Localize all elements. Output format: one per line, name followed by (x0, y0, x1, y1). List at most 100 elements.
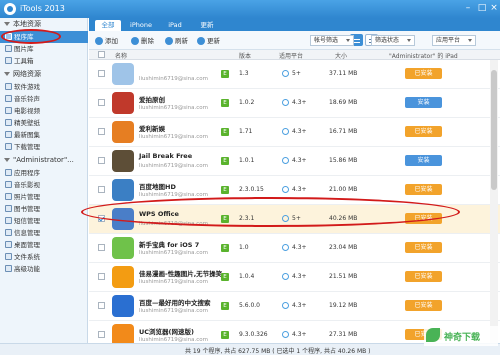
install-button[interactable]: 已安装 (405, 242, 442, 253)
row-checkbox[interactable] (98, 302, 105, 309)
add-button[interactable]: 添加 (95, 36, 118, 46)
scrollbar[interactable] (490, 60, 498, 343)
sidebar-item-icon (5, 95, 12, 102)
platform-icon (282, 273, 289, 280)
edit-icon[interactable]: E (221, 302, 229, 310)
sidebar-item-label: 高级功能 (14, 265, 40, 273)
column-size[interactable]: 大小 (335, 51, 347, 60)
edit-icon[interactable]: E (221, 70, 229, 78)
platform-filter-select[interactable]: 应用平台 (432, 35, 476, 46)
app-icon (112, 324, 134, 343)
sidebar-item[interactable]: 图书管理 (0, 203, 88, 215)
install-button[interactable]: 已安装 (405, 68, 442, 79)
refresh-button[interactable]: 刷新 (165, 36, 188, 46)
chevron-down-icon (4, 158, 10, 162)
select-all-checkbox[interactable] (98, 51, 105, 58)
sidebar-item[interactable]: 工具箱 (0, 55, 88, 67)
install-button[interactable]: 安装 (405, 155, 442, 166)
column-version[interactable]: 版本 (239, 51, 251, 60)
install-button[interactable]: 已安装 (405, 271, 442, 282)
sidebar-section-label: 本地资源 (13, 20, 41, 28)
app-size: 37.11 MB (329, 70, 358, 77)
app-size: 21.00 MB (329, 186, 358, 193)
sidebar-item[interactable]: 短信管理 (0, 215, 88, 227)
row-checkbox[interactable] (98, 186, 105, 193)
sidebar-item[interactable]: 照片管理 (0, 191, 88, 203)
scrollbar-thumb[interactable] (491, 70, 497, 190)
platform-label: 4.3+ (292, 157, 307, 164)
sidebar-item[interactable]: 音乐影视 (0, 179, 88, 191)
row-checkbox[interactable] (98, 128, 105, 135)
sidebar-item[interactable]: 图片库 (0, 43, 88, 55)
sidebar-item[interactable]: 精美壁纸 (0, 117, 88, 129)
app-name: Jail Break Free (139, 152, 193, 160)
account-filter-select[interactable]: 帐号筛选 (310, 35, 354, 46)
app-icon (112, 266, 134, 288)
app-version: 1.3 (239, 70, 249, 77)
edit-icon[interactable]: E (221, 99, 229, 107)
install-button[interactable]: 安装 (405, 97, 442, 108)
edit-icon[interactable]: E (221, 244, 229, 252)
update-button[interactable]: 更新 (197, 36, 220, 46)
edit-icon[interactable]: E (221, 331, 229, 339)
tab-update[interactable]: 更新 (195, 20, 219, 31)
edit-icon[interactable]: E (221, 273, 229, 281)
sidebar-item[interactable]: 应用程序 (0, 167, 88, 179)
row-checkbox[interactable] (98, 157, 105, 164)
close-icon[interactable]: × (488, 3, 500, 14)
tab-iphone[interactable]: iPhone (127, 20, 155, 31)
sidebar-item[interactable]: 桌面管理 (0, 239, 88, 251)
app-name: 新手宝典 for iOS 7 (139, 241, 200, 249)
app-name: 百度—最好用的中文搜索 (139, 299, 211, 307)
sidebar-item[interactable]: 高级功能 (0, 263, 88, 275)
platform-label: 4.3+ (292, 302, 307, 309)
sidebar-section-header[interactable]: 本地资源 (0, 19, 88, 30)
install-button[interactable]: 已安装 (405, 126, 442, 137)
app-size: 18.69 MB (329, 99, 358, 106)
sidebar-section-header[interactable]: "Administrator"... (0, 155, 88, 166)
sidebar-item[interactable]: 下载管理 (0, 141, 88, 153)
platform-label: 4.3+ (292, 244, 307, 251)
delete-label: 删除 (141, 37, 154, 45)
column-name[interactable]: 名称 (115, 51, 127, 60)
row-checkbox[interactable] (98, 331, 105, 338)
status-filter-select[interactable]: 筛选状态 (371, 35, 415, 46)
table-row[interactable]: 佳易漫画-性趣图片,无节操笑... liushimin6719@sina.com E… (89, 263, 500, 292)
sidebar-item[interactable]: 软件游戏 (0, 81, 88, 93)
sidebar-item[interactable]: 信息管理 (0, 227, 88, 239)
maximize-icon[interactable]: □ (476, 3, 488, 14)
row-checkbox[interactable] (98, 99, 105, 106)
sidebar-item[interactable]: 电影视频 (0, 105, 88, 117)
edit-icon[interactable]: E (221, 157, 229, 165)
sidebar-item[interactable]: 文件系统 (0, 251, 88, 263)
table-row[interactable]: 百度—最好用的中文搜索 liushimin6719@sina.com E 5.6.0.… (89, 292, 500, 321)
highlight-annotation (81, 197, 460, 227)
table-row[interactable]: liushimin6719@sina.com E 1.3 5+ 37.11 MB 已安装 (89, 60, 500, 89)
row-checkbox[interactable] (98, 244, 105, 251)
edit-icon[interactable]: E (221, 186, 229, 194)
edit-icon[interactable]: E (221, 128, 229, 136)
sidebar-item-icon (5, 265, 12, 272)
sidebar-item[interactable]: 音乐铃声 (0, 93, 88, 105)
app-platform: 5+ (282, 70, 301, 77)
install-button[interactable]: 已安装 (405, 300, 442, 311)
tab-all[interactable]: 全部 (95, 20, 121, 31)
app-name: UC浏览器(网速版) (139, 328, 194, 336)
row-checkbox[interactable] (98, 70, 105, 77)
tab-ipad[interactable]: iPad (163, 20, 187, 31)
row-checkbox[interactable] (98, 273, 105, 280)
sidebar-section-header[interactable]: 网络资源 (0, 69, 88, 80)
sidebar-item[interactable]: 最新图集 (0, 129, 88, 141)
table-row[interactable]: 爱拍原创 liushimin6719@sina.com E 1.0.2 4.3+ 18.6… (89, 89, 500, 118)
table-row[interactable]: Jail Break Free liushimin6719@sina.com E 1.… (89, 147, 500, 176)
sidebar-item-icon (5, 229, 12, 236)
table-row[interactable]: 爱利新娱 liushimin6719@sina.com E 1.71 4.3+ 16.71… (89, 118, 500, 147)
highlight-annotation (1, 29, 61, 44)
table-row[interactable]: 新手宝典 for iOS 7 liushimin6719@sina.com E 1.0… (89, 234, 500, 263)
sidebar-item-icon (5, 107, 12, 114)
install-button[interactable]: 已安装 (405, 184, 442, 195)
delete-button[interactable]: 删除 (131, 36, 154, 46)
column-platform[interactable]: 适用平台 (279, 51, 303, 60)
minimize-icon[interactable]: – (462, 3, 474, 14)
platform-icon (282, 128, 289, 135)
